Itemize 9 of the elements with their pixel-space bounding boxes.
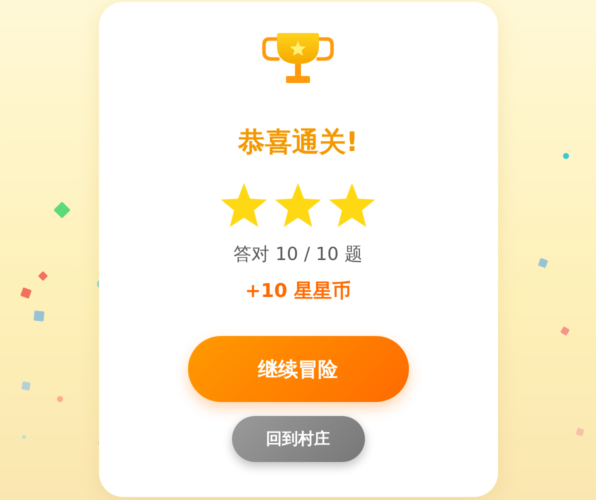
back-button[interactable]: 回到村庄 [232, 416, 364, 462]
star-icon [220, 182, 268, 228]
congrats-title: 恭喜通关! [238, 126, 358, 160]
score-text: 答对 10 / 10 题 [234, 243, 362, 266]
continue-button[interactable]: 继续冒险 [188, 336, 408, 402]
reward-text: +10 星星币 [245, 279, 351, 304]
trophy-icon [261, 32, 335, 86]
star-icon [274, 182, 322, 228]
star-icon [328, 182, 376, 228]
